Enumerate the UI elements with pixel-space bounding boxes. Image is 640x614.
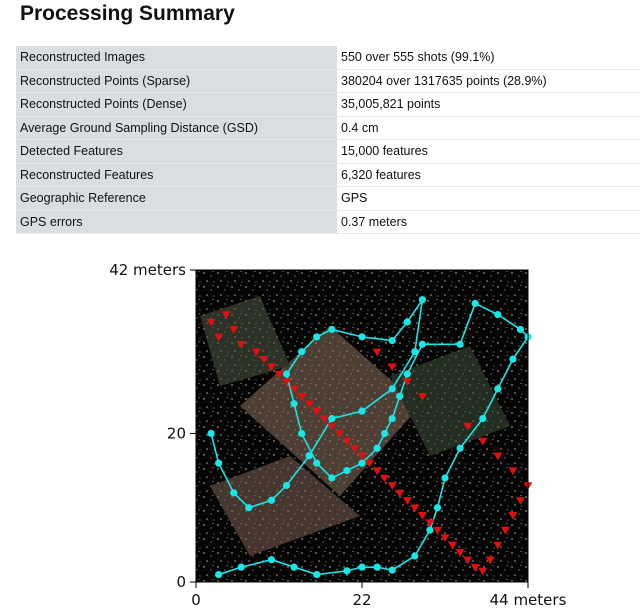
camera-position-marker	[343, 466, 351, 475]
camera-position-marker	[516, 325, 525, 334]
camera-position-marker	[418, 340, 426, 348]
camera-position-marker	[373, 444, 381, 452]
processing-summary-table: Reconstructed Images 550 over 555 shots …	[16, 46, 640, 234]
table-row: Detected Features 15,000 features	[16, 139, 640, 164]
row-value: 35,005,821 points	[337, 92, 640, 117]
camera-position-marker	[328, 325, 336, 334]
camera-position-marker	[373, 563, 381, 571]
row-value: 380204 over 1317635 points (28.9%)	[337, 69, 640, 93]
camera-position-marker	[494, 310, 502, 319]
row-label: GPS errors	[16, 210, 337, 234]
camera-position-marker	[509, 355, 517, 363]
camera-position-marker	[290, 400, 298, 408]
camera-position-marker	[456, 444, 464, 452]
camera-position-marker	[388, 336, 396, 345]
camera-position-marker	[290, 563, 298, 571]
camera-position-marker	[471, 299, 479, 308]
camera-position-marker	[388, 414, 396, 423]
camera-position-marker	[207, 429, 215, 438]
camera-position-marker	[403, 370, 411, 378]
row-label: Reconstructed Images	[16, 46, 337, 70]
camera-position-marker	[313, 333, 321, 341]
table-row: Reconstructed Features 6,320 features	[16, 163, 640, 187]
camera-trajectory-plot: 0 22 44 meters 0 20 42 meters	[109, 261, 567, 609]
camera-position-marker	[358, 407, 366, 415]
plot-area	[196, 270, 528, 582]
table-row: Reconstructed Points (Dense) 35,005,821 …	[16, 92, 640, 117]
camera-position-marker	[245, 504, 253, 512]
camera-position-marker	[388, 385, 396, 393]
camera-position-marker	[313, 459, 321, 467]
camera-position-marker	[388, 566, 396, 574]
row-value: GPS	[337, 186, 640, 211]
camera-position-marker	[358, 563, 366, 571]
camera-position-marker	[230, 489, 238, 497]
camera-position-marker	[328, 474, 336, 482]
camera-position-marker	[282, 370, 291, 378]
table-row: Reconstructed Images 550 over 555 shots …	[16, 46, 640, 70]
camera-position-marker	[358, 459, 366, 467]
camera-position-marker	[403, 318, 411, 326]
x-tick-label: 0	[191, 591, 201, 609]
table-row: GPS errors 0.37 meters	[16, 210, 640, 234]
y-tick-label: 0	[176, 573, 186, 591]
camera-position-marker	[282, 481, 291, 490]
row-label: Geographic Reference	[16, 186, 337, 211]
page-title: Processing Summary	[20, 2, 235, 25]
camera-position-marker	[479, 414, 487, 423]
camera-position-marker	[267, 496, 276, 504]
camera-position-marker	[411, 552, 419, 560]
row-value: 550 over 555 shots (99.1%)	[337, 46, 640, 70]
camera-position-marker	[441, 474, 449, 482]
camera-position-marker	[381, 429, 389, 438]
camera-position-marker	[343, 567, 351, 575]
camera-position-marker	[456, 340, 464, 348]
camera-position-marker	[418, 296, 426, 304]
camera-position-marker	[267, 556, 276, 564]
camera-position-marker	[494, 385, 502, 393]
camera-position-marker	[298, 429, 306, 438]
y-tick-label: 42 meters	[109, 261, 186, 279]
row-label: Average Ground Sampling Distance (GSD)	[16, 116, 337, 140]
row-label: Reconstructed Points (Dense)	[16, 92, 337, 117]
row-label: Detected Features	[16, 139, 337, 164]
row-value: 0.4 cm	[337, 116, 640, 140]
camera-position-marker	[305, 452, 313, 460]
row-label: Reconstructed Points (Sparse)	[16, 69, 337, 93]
camera-position-marker	[215, 459, 223, 467]
row-value: 15,000 features	[337, 139, 640, 164]
camera-position-marker	[313, 570, 321, 579]
camera-position-marker	[358, 333, 366, 341]
table-row: Reconstructed Points (Sparse) 380204 ove…	[16, 69, 640, 93]
camera-position-marker	[328, 414, 336, 423]
x-tick-label: 44 meters	[490, 591, 567, 609]
camera-position-marker	[433, 504, 442, 512]
row-label: Reconstructed Features	[16, 163, 337, 187]
y-tick-label: 20	[167, 424, 186, 442]
table-row: Average Ground Sampling Distance (GSD) 0…	[16, 116, 640, 140]
camera-position-marker	[426, 526, 434, 534]
camera-position-marker	[411, 348, 419, 356]
row-value: 0.37 meters	[337, 210, 640, 234]
x-tick-label: 22	[352, 591, 371, 609]
table-row: Geographic Reference GPS	[16, 186, 640, 211]
camera-position-marker	[298, 348, 306, 356]
camera-position-marker	[215, 570, 223, 579]
camera-position-marker	[237, 563, 245, 571]
camera-position-marker	[396, 392, 404, 400]
row-value: 6,320 features	[337, 163, 640, 187]
